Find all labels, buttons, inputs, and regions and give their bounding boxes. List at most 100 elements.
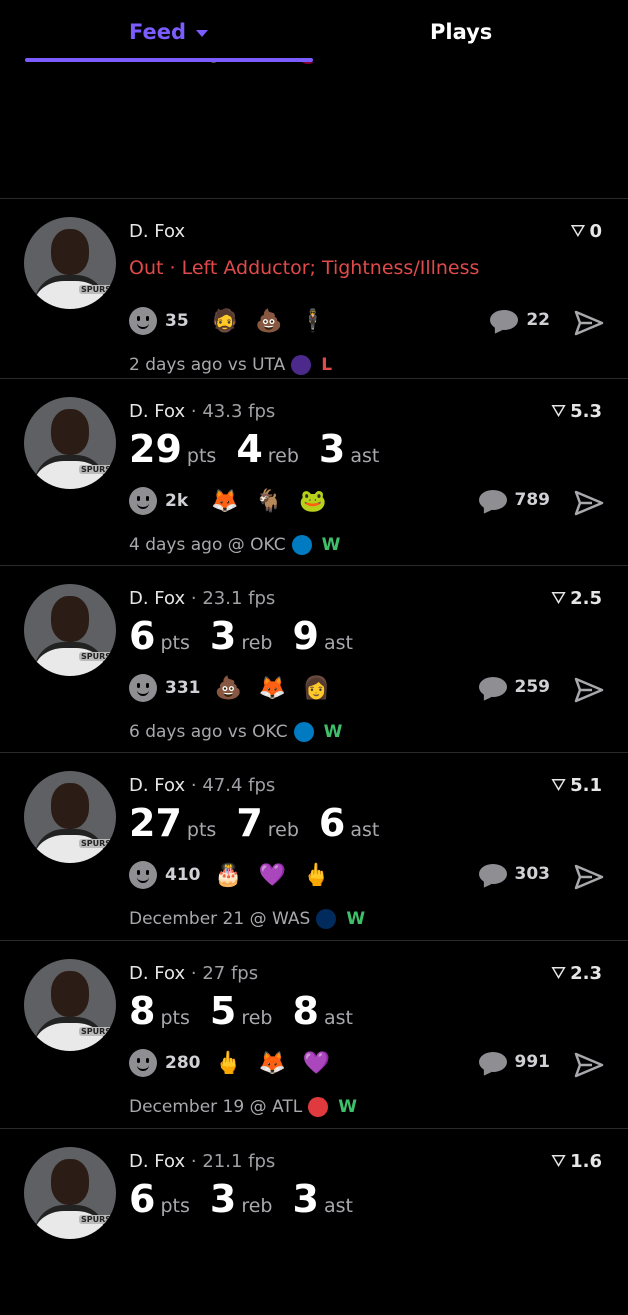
reaction-emoji[interactable]: 👩 bbox=[303, 676, 330, 701]
stat-value: 8 bbox=[129, 989, 156, 1033]
reaction-emoji[interactable]: 🎂 bbox=[215, 863, 242, 888]
share-icon[interactable] bbox=[574, 309, 604, 337]
opponent-logo-icon bbox=[291, 355, 312, 375]
comments-button[interactable]: 789 bbox=[478, 490, 550, 510]
player-name[interactable]: D. Fox · 23.1 fps bbox=[129, 588, 275, 609]
game-result: W bbox=[338, 1097, 357, 1117]
reaction-emoji[interactable]: 🖕 bbox=[215, 1051, 242, 1076]
player-name[interactable]: D. Fox · 43.3 fps bbox=[129, 401, 275, 422]
reaction-emoji[interactable]: 🦊 bbox=[211, 489, 238, 514]
player-avatar[interactable]: SPURS bbox=[24, 959, 116, 1051]
reaction-emoji[interactable]: 🕴 bbox=[299, 309, 326, 334]
player-avatar[interactable]: SPURS bbox=[24, 397, 116, 489]
stat-label: pts bbox=[160, 1007, 190, 1029]
projection-badge[interactable]: ⛛ 5.1 bbox=[551, 775, 602, 796]
projection-badge[interactable]: ⛛ 2.3 bbox=[551, 963, 602, 984]
smiley-reaction-icon[interactable] bbox=[129, 1049, 157, 1077]
projection-badge[interactable]: ⛛ 2.5 bbox=[551, 588, 602, 609]
projection-badge[interactable]: ⛛ 0 bbox=[570, 221, 602, 242]
injury-status: Out · Left Adductor; Tightness/Illness bbox=[129, 257, 480, 279]
share-icon[interactable] bbox=[574, 863, 604, 891]
filter-icon: ⛛ bbox=[570, 221, 586, 242]
stat-value: 27 bbox=[129, 801, 182, 845]
comment-count: 22 bbox=[526, 310, 550, 330]
game-location: @ bbox=[249, 1097, 267, 1117]
share-icon[interactable] bbox=[574, 489, 604, 517]
reaction-emoji[interactable]: 🐸 bbox=[299, 489, 326, 514]
reactions-row: 35 🧔 💩 🕴 bbox=[129, 303, 343, 339]
player-avatar[interactable]: SPURS bbox=[24, 1147, 116, 1239]
stat-value: 6 bbox=[318, 801, 346, 845]
reaction-count: 35 bbox=[165, 311, 189, 331]
avatar-head bbox=[51, 596, 89, 642]
game-meta: 6 days ago vs OKC W bbox=[129, 722, 342, 742]
stat-label: ast bbox=[323, 1195, 353, 1217]
comment-bubble-icon bbox=[478, 490, 507, 510]
game-time: December 21 bbox=[129, 909, 245, 929]
reaction-count: 410 bbox=[165, 865, 201, 885]
tab-plays[interactable]: Plays bbox=[430, 20, 492, 44]
spurs-logo-icon: SPURS bbox=[79, 839, 114, 848]
post-card[interactable]: SPURS D. Fox · 21.1 fps ⛛ 1.6 6 pts 3 reb 3 ast bbox=[0, 1128, 628, 1315]
comment-bubble-icon bbox=[478, 864, 507, 884]
comments-button[interactable]: 303 bbox=[478, 864, 550, 884]
filter-icon: ⛛ bbox=[550, 963, 567, 984]
player-name[interactable]: D. Fox · 27 fps bbox=[129, 963, 258, 984]
reaction-emoji[interactable]: 💜 bbox=[303, 1051, 330, 1076]
stat-label: reb bbox=[267, 445, 299, 467]
fps-value: 21.1 fps bbox=[202, 1151, 276, 1172]
smiley-reaction-icon[interactable] bbox=[129, 487, 157, 515]
post-card[interactable]: SPURS D. Fox · 27 fps ⛛ 2.3 8 pts 5 reb 8 ast 280 🖕… bbox=[0, 940, 628, 1127]
projection-badge[interactable]: ⛛ 1.6 bbox=[551, 1151, 602, 1172]
stat-label: pts bbox=[186, 819, 217, 841]
stat-value: 6 bbox=[129, 1177, 156, 1221]
avatar-head bbox=[51, 783, 89, 829]
post-card[interactable]: SPURS D. Fox · 23.1 fps ⛛ 2.5 6 pts 3 reb 9 ast 33… bbox=[0, 565, 628, 752]
stat-value: 5 bbox=[209, 989, 237, 1033]
stat-label: ast bbox=[323, 632, 353, 654]
reaction-count: 2k bbox=[165, 491, 189, 511]
player-avatar[interactable]: SPURS bbox=[24, 584, 116, 676]
player-avatar[interactable]: SPURS bbox=[24, 217, 116, 309]
smiley-reaction-icon[interactable] bbox=[129, 674, 157, 702]
stat-value: 6 bbox=[129, 614, 156, 658]
spurs-logo-icon: SPURS bbox=[79, 1027, 114, 1036]
player-name[interactable]: D. Fox · 21.1 fps bbox=[129, 1151, 275, 1172]
projection-badge[interactable]: ⛛ 5.3 bbox=[551, 401, 602, 422]
stat-value: 29 bbox=[129, 427, 182, 471]
opponent-logo-icon bbox=[308, 1097, 329, 1117]
reactions-row: 331 💩 🦊 👩 bbox=[129, 670, 347, 706]
share-icon[interactable] bbox=[574, 676, 604, 704]
fps-value: 47.4 fps bbox=[202, 775, 276, 796]
stat-label: reb bbox=[241, 632, 273, 654]
comments-button[interactable]: 991 bbox=[478, 1052, 550, 1072]
comments-button[interactable]: 22 bbox=[490, 310, 550, 330]
smiley-reaction-icon[interactable] bbox=[129, 861, 157, 889]
active-tab-indicator bbox=[25, 58, 313, 62]
reactions-row: 2k 🦊 🐐 🐸 bbox=[129, 483, 343, 519]
stat-label: ast bbox=[350, 445, 380, 467]
reaction-emoji[interactable]: 💩 bbox=[215, 676, 242, 701]
reaction-emoji[interactable]: 💩 bbox=[255, 309, 282, 334]
filter-icon: ⛛ bbox=[550, 401, 567, 422]
smiley-reaction-icon[interactable] bbox=[129, 307, 157, 335]
post-card[interactable]: SPURS D. Fox · 43.3 fps ⛛ 5.3 29 pts 4 reb 3 ast 2… bbox=[0, 378, 628, 565]
post-card[interactable]: SPURS D. Fox · 47.4 fps ⛛ 5.1 27 pts 7 reb 6 ast 4… bbox=[0, 752, 628, 939]
feed-list: SPURS14pts2reb3ast48🦊🕴🐐892 hours ago vs … bbox=[0, 0, 628, 1239]
filter-icon: ⛛ bbox=[550, 588, 567, 609]
reactions-row: 280 🖕 🦊 💜 bbox=[129, 1045, 347, 1081]
post-card[interactable]: SPURS D. Fox ⛛ 0 Out · Left Adductor; Tightn… bbox=[0, 198, 628, 385]
reaction-emoji[interactable]: 🦊 bbox=[259, 676, 286, 701]
share-icon[interactable] bbox=[574, 1051, 604, 1079]
reaction-emoji[interactable]: 🐐 bbox=[255, 489, 282, 514]
reaction-emoji[interactable]: 💜 bbox=[259, 863, 286, 888]
reaction-emoji[interactable]: 🖕 bbox=[303, 863, 330, 888]
player-name[interactable]: D. Fox · 47.4 fps bbox=[129, 775, 275, 796]
comments-button[interactable]: 259 bbox=[478, 677, 550, 697]
reaction-emoji[interactable]: 🦊 bbox=[259, 1051, 286, 1076]
game-meta: December 21 @ WAS W bbox=[129, 909, 365, 929]
reaction-emoji[interactable]: 🧔 bbox=[211, 309, 238, 334]
player-name[interactable]: D. Fox bbox=[129, 221, 185, 242]
player-avatar[interactable]: SPURS bbox=[24, 771, 116, 863]
tab-feed[interactable]: Feed bbox=[129, 20, 209, 44]
